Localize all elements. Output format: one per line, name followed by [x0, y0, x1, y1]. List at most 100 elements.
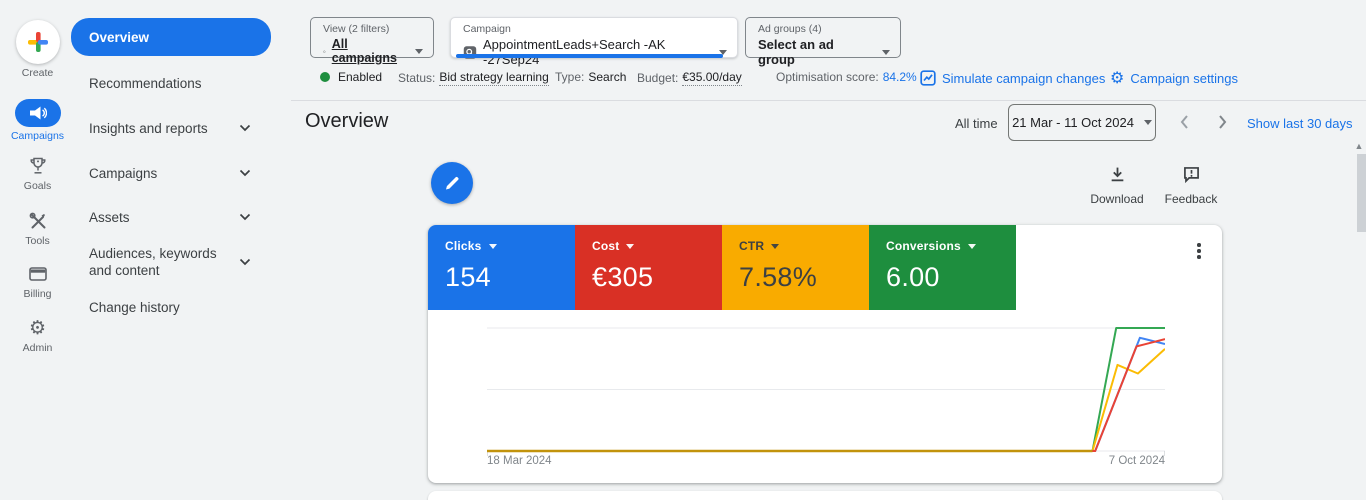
- download-label: Download: [1082, 192, 1152, 206]
- nav-label: Campaigns: [89, 166, 157, 181]
- series-line-clicks: [487, 338, 1165, 451]
- series-line-cost: [487, 339, 1165, 451]
- enabled-status: Enabled: [320, 70, 382, 84]
- type-field: Type: Search: [555, 70, 626, 84]
- metric-card-clicks[interactable]: Clicks 154: [428, 225, 575, 310]
- campaign-selector-value[interactable]: AppointmentLeads+Search -AK -27Sep24: [483, 37, 709, 67]
- scrollbar-up-arrow[interactable]: ▲: [1352, 141, 1366, 151]
- chevron-down-icon[interactable]: [239, 213, 251, 221]
- sidebar-label-billing: Billing: [0, 288, 75, 300]
- metric-card-conversions[interactable]: Conversions 6.00: [869, 225, 1016, 310]
- performance-card: Clicks 154 Cost €305 CTR 7.58% Conversio…: [428, 225, 1222, 483]
- metric-value-conversions: 6.00: [886, 262, 1016, 293]
- download-icon: [1109, 166, 1126, 183]
- nav-label: Audiences, keywords and content: [89, 245, 237, 279]
- view-filter-value[interactable]: All campaigns: [332, 37, 397, 65]
- gear-icon: ⚙: [29, 319, 46, 338]
- feedback-label: Feedback: [1156, 192, 1226, 206]
- chevron-down-icon: [1144, 120, 1152, 125]
- nav-label: Recommendations: [89, 76, 202, 91]
- nav-item-campaigns[interactable]: Campaigns: [71, 155, 271, 191]
- download-button[interactable]: Download: [1082, 166, 1152, 206]
- metric-value-ctr: 7.58%: [739, 262, 869, 293]
- date-range-picker[interactable]: 21 Mar - 11 Oct 2024: [1008, 104, 1156, 141]
- enabled-dot-icon: [320, 72, 330, 82]
- metric-label-ctr[interactable]: CTR: [739, 239, 764, 253]
- optimisation-score-value[interactable]: 84.2%: [883, 70, 917, 84]
- pencil-icon: [443, 174, 461, 192]
- status-value[interactable]: Bid strategy learning: [439, 70, 548, 86]
- tools-icon: [28, 211, 48, 231]
- scrollbar-thumb[interactable]: [1357, 154, 1366, 232]
- billing-card-icon: [28, 265, 48, 283]
- nav-label: Overview: [89, 30, 149, 45]
- show-last-30-days-link[interactable]: Show last 30 days: [1247, 116, 1353, 131]
- type-label: Type:: [555, 70, 584, 84]
- previous-period-button[interactable]: [1175, 112, 1195, 132]
- nav-item-change-history[interactable]: Change history: [71, 289, 271, 325]
- campaign-selector[interactable]: Campaign AppointmentLeads+Search -AK -27…: [450, 17, 738, 58]
- campaign-subnav: Overview Recommendations Insights and re…: [71, 0, 281, 500]
- metric-value-clicks: 154: [445, 262, 575, 293]
- metric-label-conversions[interactable]: Conversions: [886, 239, 961, 253]
- status-label: Status:: [398, 71, 435, 85]
- sidebar-label-admin: Admin: [0, 342, 75, 354]
- x-axis-start-label: 18 Mar 2024: [487, 455, 552, 467]
- gear-icon: ⚙: [1110, 70, 1124, 86]
- header-divider: [291, 100, 1366, 101]
- simulate-label: Simulate campaign changes: [942, 71, 1105, 86]
- sidebar-item-billing[interactable]: Billing: [0, 263, 75, 300]
- sidebar-item-admin[interactable]: ⚙ Admin: [0, 317, 75, 354]
- metric-card-ctr[interactable]: CTR 7.58%: [722, 225, 869, 310]
- type-value: Search: [588, 70, 626, 84]
- chevron-down-icon[interactable]: [239, 258, 251, 266]
- campaign-settings-label: Campaign settings: [1130, 71, 1238, 86]
- feedback-icon: [1183, 166, 1200, 183]
- adgroup-selector-value[interactable]: Select an ad group: [758, 37, 866, 67]
- sidebar-item-campaigns[interactable]: Campaigns: [0, 99, 75, 142]
- metric-card-cost[interactable]: Cost €305: [575, 225, 722, 310]
- create-button[interactable]: Create: [0, 20, 75, 79]
- nav-label: Insights and reports: [89, 121, 208, 136]
- campaign-selector-label: Campaign: [463, 23, 727, 35]
- nav-item-overview[interactable]: Overview: [71, 18, 271, 56]
- optimisation-score-field: Optimisation score: 84.2%: [776, 70, 917, 84]
- series-line-ctr: [487, 349, 1165, 451]
- metric-value-cost: €305: [592, 262, 722, 293]
- adgroup-selector[interactable]: Ad groups (4) Select an ad group: [745, 17, 901, 58]
- nav-item-assets[interactable]: Assets: [71, 199, 271, 235]
- edit-button[interactable]: [431, 162, 473, 204]
- chevron-down-icon: [415, 49, 423, 54]
- card-menu-button[interactable]: [1190, 240, 1208, 262]
- campaign-settings-button[interactable]: ⚙ Campaign settings: [1110, 70, 1238, 86]
- chevron-down-icon: [771, 244, 779, 249]
- performance-line-chart[interactable]: [487, 322, 1165, 458]
- date-range-value: 21 Mar - 11 Oct 2024: [1012, 115, 1134, 130]
- feedback-button[interactable]: Feedback: [1156, 166, 1226, 206]
- trophy-icon: [28, 156, 48, 176]
- budget-value[interactable]: €35.00/day: [682, 70, 741, 86]
- simulate-campaign-changes-button[interactable]: Simulate campaign changes: [920, 70, 1105, 86]
- status-field: Status: Bid strategy learning: [398, 70, 549, 86]
- nav-item-audiences-keywords-content[interactable]: Audiences, keywords and content: [71, 240, 271, 284]
- metric-label-cost[interactable]: Cost: [592, 239, 619, 253]
- app-rail: Create Campaigns Goals: [0, 0, 75, 500]
- chevron-down-icon[interactable]: [239, 169, 251, 177]
- view-filter-dropdown[interactable]: View (2 filters) All campaigns: [310, 17, 434, 58]
- home-icon: [323, 45, 326, 58]
- nav-item-insights-and-reports[interactable]: Insights and reports: [71, 110, 271, 146]
- x-axis-labels: 18 Mar 2024 7 Oct 2024: [487, 455, 1165, 467]
- budget-label: Budget:: [637, 71, 678, 85]
- focus-underline: [456, 54, 723, 58]
- metric-label-clicks[interactable]: Clicks: [445, 239, 482, 253]
- sidebar-label-tools: Tools: [0, 235, 75, 247]
- sidebar-item-goals[interactable]: Goals: [0, 155, 75, 192]
- chevron-down-icon: [626, 244, 634, 249]
- nav-label: Change history: [89, 300, 180, 315]
- next-period-button[interactable]: [1212, 112, 1232, 132]
- chevron-down-icon: [968, 244, 976, 249]
- optimisation-score-label: Optimisation score:: [776, 70, 879, 84]
- chevron-down-icon[interactable]: [239, 124, 251, 132]
- sidebar-item-tools[interactable]: Tools: [0, 210, 75, 247]
- nav-item-recommendations[interactable]: Recommendations: [71, 65, 271, 101]
